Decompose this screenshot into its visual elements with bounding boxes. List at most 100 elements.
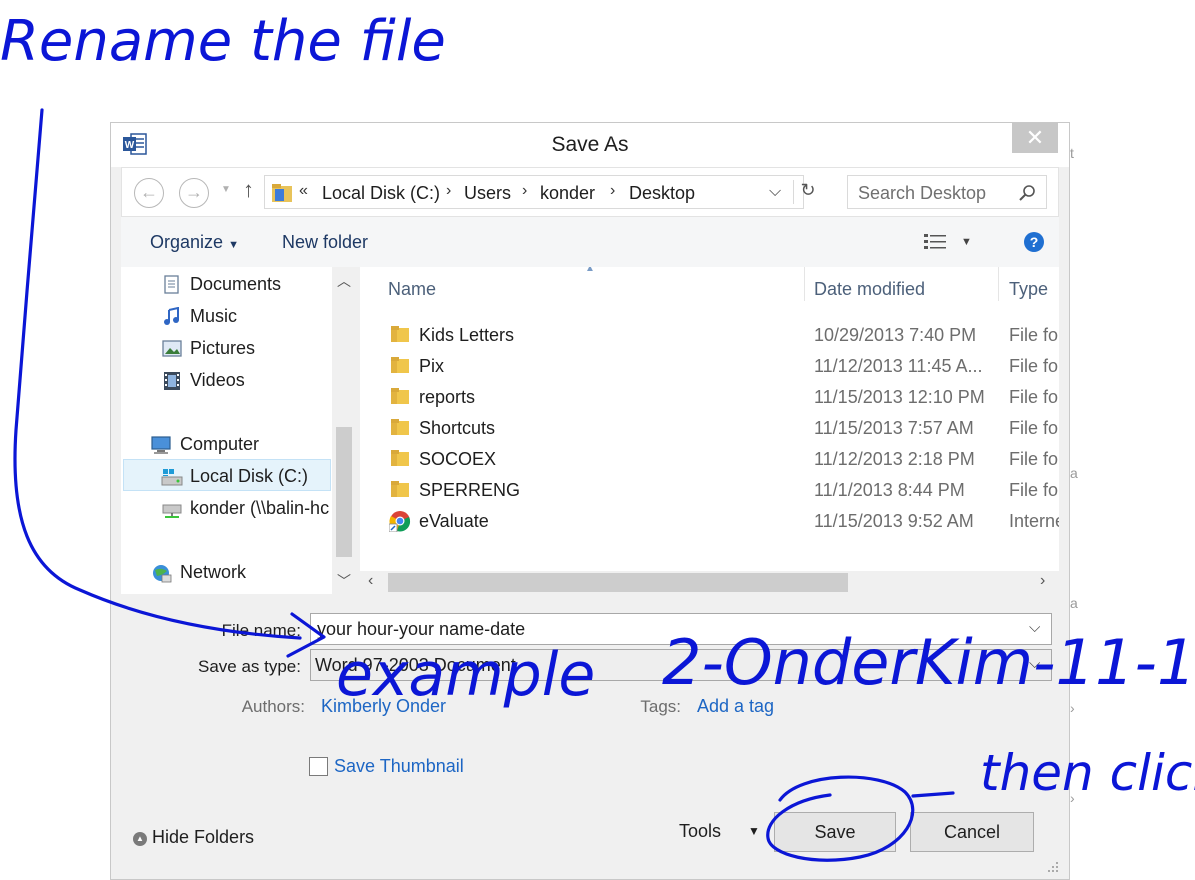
scroll-down-icon[interactable]: ﹀ bbox=[337, 571, 351, 591]
scroll-up-icon[interactable]: ︿ bbox=[337, 271, 351, 291]
breadcrumb-overflow[interactable]: « bbox=[299, 182, 308, 200]
file-type: File fol bbox=[1009, 449, 1059, 469]
column-header-name[interactable]: Name bbox=[388, 279, 436, 300]
column-divider[interactable] bbox=[804, 267, 805, 301]
resize-grip-icon[interactable] bbox=[1045, 859, 1059, 873]
forward-button[interactable]: → bbox=[179, 178, 209, 208]
folder-icon bbox=[391, 326, 409, 342]
sidebar-item-computer[interactable]: Computer bbox=[180, 434, 259, 455]
chevron-right-icon[interactable]: › bbox=[610, 182, 615, 200]
sidebar-item-videos[interactable]: Videos bbox=[190, 370, 245, 391]
organize-menu[interactable]: Organize ▼ bbox=[150, 232, 239, 253]
computer-icon bbox=[151, 436, 171, 454]
file-type: File fol bbox=[1009, 418, 1059, 438]
sidebar-item-local-disk[interactable]: Local Disk (C:) bbox=[190, 466, 308, 487]
chrome-icon bbox=[389, 511, 411, 532]
refresh-icon[interactable]: ↻ bbox=[793, 180, 822, 204]
window-title: Save As bbox=[551, 133, 629, 156]
table-row[interactable]: Kids Letters 10/29/2013 7:40 PM File fol bbox=[360, 321, 1059, 349]
help-icon[interactable]: ? bbox=[1024, 232, 1044, 252]
column-divider[interactable] bbox=[998, 267, 999, 301]
scroll-left-icon[interactable]: ‹ bbox=[368, 572, 373, 590]
background-text: a bbox=[1070, 595, 1078, 611]
save-button[interactable]: Save bbox=[774, 812, 896, 852]
file-name: eValuate bbox=[419, 511, 489, 531]
file-date: 11/15/2013 7:57 AM bbox=[814, 418, 974, 438]
table-row[interactable]: reports 11/15/2013 12:10 PM File fol bbox=[360, 383, 1059, 411]
cancel-button[interactable]: Cancel bbox=[910, 812, 1034, 852]
arrow-right-icon: → bbox=[185, 182, 203, 202]
file-name: SOCOEX bbox=[419, 449, 497, 469]
sidebar-item-konder-drive[interactable]: konder (\\balin-hc bbox=[190, 498, 330, 519]
hide-folders-button[interactable]: ▲ Hide Folders bbox=[133, 827, 254, 848]
tools-menu[interactable]: Tools ▼ bbox=[679, 821, 760, 842]
arrow-up-icon: ↑ bbox=[243, 177, 254, 202]
table-row[interactable]: eValuate 11/15/2013 9:52 AM Interne bbox=[360, 507, 1059, 535]
new-folder-button[interactable]: New folder bbox=[282, 232, 368, 253]
column-header-date-modified[interactable]: Date modified bbox=[814, 279, 925, 300]
file-list-scrollbar[interactable]: ‹ › bbox=[360, 571, 1059, 594]
sidebar-item-network[interactable]: Network bbox=[180, 562, 246, 583]
search-placeholder: Search Desktop bbox=[858, 183, 987, 203]
sidebar-item-music[interactable]: Music bbox=[190, 306, 237, 327]
address-bar[interactable]: « Local Disk (C:) › Users › konder › Des… bbox=[264, 175, 816, 209]
music-icon bbox=[164, 307, 179, 325]
folder-icon bbox=[391, 450, 409, 466]
authors-label: Authors: bbox=[241, 697, 305, 716]
background-text: t bbox=[1070, 145, 1074, 161]
back-button[interactable]: ← bbox=[134, 178, 164, 208]
scroll-right-icon[interactable]: › bbox=[1040, 572, 1045, 590]
file-type: File fol bbox=[1009, 356, 1059, 376]
file-date: 10/29/2013 7:40 PM bbox=[814, 325, 977, 345]
breadcrumb-desktop[interactable]: Desktop bbox=[629, 183, 695, 204]
file-name-label: File name: bbox=[221, 621, 301, 640]
breadcrumb-local-disk[interactable]: Local Disk (C:) bbox=[322, 183, 440, 204]
authors-value[interactable]: Kimberly Onder bbox=[321, 696, 446, 717]
close-icon: ✕ bbox=[1025, 125, 1045, 150]
network-drive-icon bbox=[162, 504, 182, 518]
column-header-type[interactable]: Type bbox=[1009, 279, 1048, 300]
table-row[interactable]: Shortcuts 11/15/2013 7:57 AM File fol bbox=[360, 414, 1059, 442]
file-name: Shortcuts bbox=[419, 418, 496, 438]
arrow-left-icon: ← bbox=[140, 182, 158, 202]
recent-locations-button[interactable]: ▼ bbox=[221, 184, 231, 195]
sidebar-item-documents[interactable]: Documents bbox=[190, 274, 281, 295]
breadcrumb-users[interactable]: Users bbox=[464, 183, 511, 204]
breadcrumb-konder[interactable]: konder bbox=[540, 183, 595, 204]
folder-icon bbox=[391, 419, 409, 435]
navigation-pane-scrollbar[interactable]: ︿ ﹀ bbox=[332, 267, 356, 594]
search-input[interactable]: Search Desktop bbox=[847, 175, 1047, 209]
up-button[interactable]: ↑ bbox=[243, 177, 254, 203]
scrollbar-thumb[interactable] bbox=[336, 427, 352, 557]
table-row[interactable]: Pix 11/12/2013 11:45 A... File fol bbox=[360, 352, 1059, 380]
title-bar[interactable]: W Save As ✕ bbox=[111, 123, 1069, 167]
scrollbar-thumb[interactable] bbox=[388, 573, 848, 592]
file-name: Kids Letters bbox=[419, 325, 515, 345]
table-row[interactable]: SPERRENG 11/1/2013 8:44 PM File fol bbox=[360, 476, 1059, 504]
save-thumbnail-label[interactable]: Save Thumbnail bbox=[334, 756, 464, 777]
tags-label: Tags: bbox=[640, 697, 681, 716]
sidebar-item-pictures[interactable]: Pictures bbox=[190, 338, 255, 359]
add-tag-link[interactable]: Add a tag bbox=[697, 696, 774, 717]
tools-label: Tools bbox=[679, 821, 722, 841]
chevron-down-icon[interactable]: ⌵ bbox=[1029, 619, 1040, 636]
view-options-icon[interactable] bbox=[924, 233, 946, 251]
chevron-down-icon: ▼ bbox=[748, 824, 760, 838]
navigation-pane: Documents Music Pictures Videos Computer… bbox=[121, 267, 356, 594]
chevron-down-icon[interactable]: ⌵ bbox=[1029, 655, 1040, 672]
file-name: reports bbox=[419, 387, 476, 407]
chevron-down-icon[interactable]: ⌵ bbox=[769, 183, 781, 201]
view-dropdown-icon[interactable]: ▼ bbox=[961, 236, 972, 248]
chevron-right-icon[interactable]: › bbox=[522, 182, 527, 200]
save-thumbnail-checkbox[interactable] bbox=[309, 757, 328, 776]
file-type: Interne bbox=[1009, 511, 1059, 531]
command-toolbar: Organize ▼ New folder ▼ ? bbox=[121, 217, 1059, 267]
save-type-select[interactable]: Word 97-2003 Document ⌵ bbox=[310, 649, 1052, 681]
close-button[interactable]: ✕ bbox=[1012, 123, 1058, 153]
save-type-value: Word 97-2003 Document bbox=[315, 655, 516, 675]
file-name-value: your hour-your name-date bbox=[317, 619, 526, 639]
file-date: 11/12/2013 2:18 PM bbox=[814, 449, 975, 469]
table-row[interactable]: SOCOEX 11/12/2013 2:18 PM File fol bbox=[360, 445, 1059, 473]
file-name-input[interactable]: your hour-your name-date ⌵ bbox=[310, 613, 1052, 645]
chevron-right-icon[interactable]: › bbox=[446, 182, 451, 200]
